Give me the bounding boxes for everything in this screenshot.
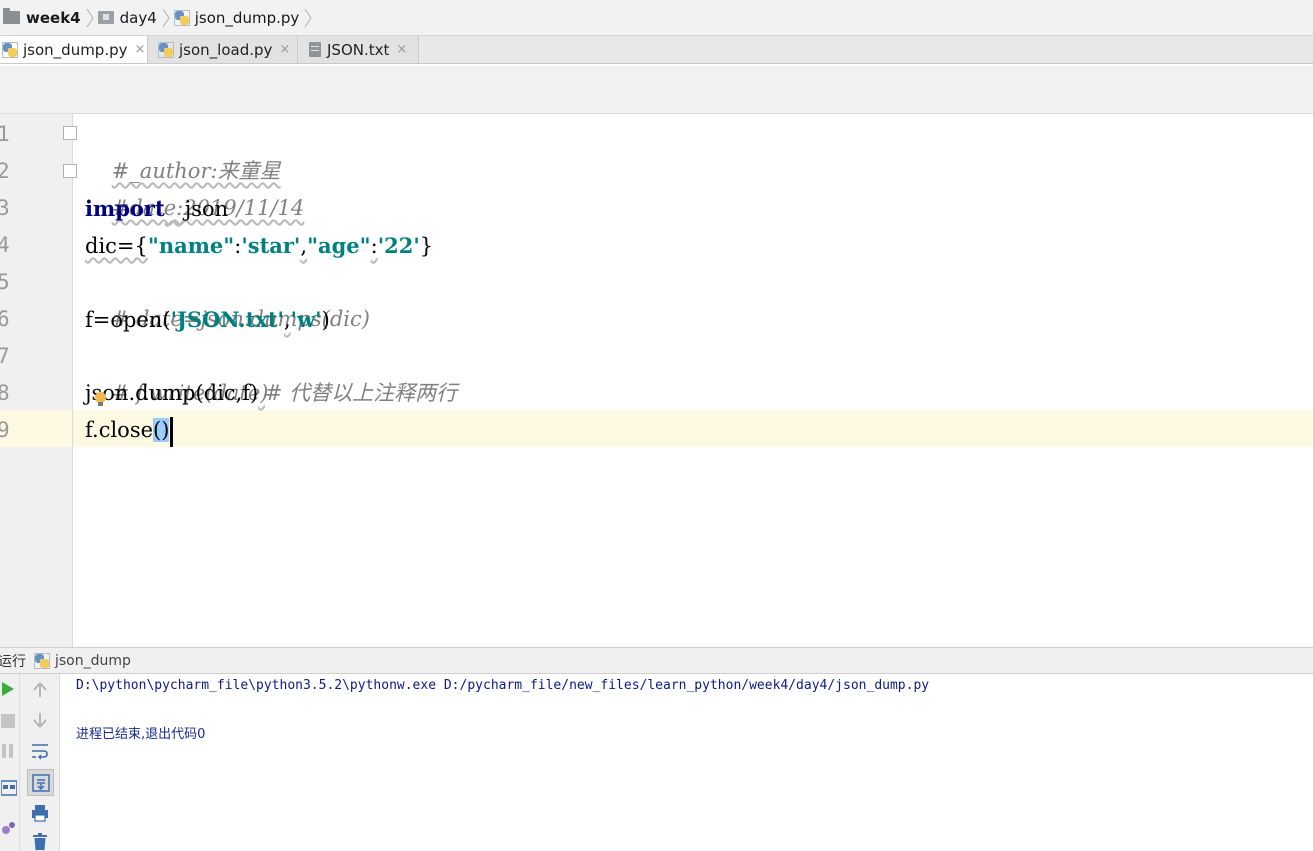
- python-file-icon: [173, 9, 190, 26]
- comment: # 代替以上注释两行: [264, 381, 458, 405]
- stop-icon[interactable]: [0, 712, 16, 730]
- fold-marker-icon[interactable]: [63, 126, 77, 140]
- line-number: 4: [0, 233, 10, 257]
- line-number: 8: [0, 381, 10, 405]
- code-text: f.close: [85, 418, 154, 442]
- text-file-icon: [309, 42, 321, 57]
- string-literal: 'star': [241, 233, 301, 258]
- tab-label: json_dump.py: [23, 40, 128, 59]
- breadcrumb-label: day4: [119, 8, 157, 27]
- chevron-right-icon: [161, 0, 171, 36]
- run-toolbar-primary: [0, 674, 20, 851]
- code-line-1[interactable]: #_author:来童星: [85, 116, 281, 183]
- string-literal: "name": [147, 233, 235, 258]
- code-line-6[interactable]: f=open('JSON.txt','w'): [85, 301, 330, 338]
- package-icon: [97, 11, 114, 24]
- editor-header-strip: [0, 64, 1313, 114]
- breadcrumb-label: week4: [26, 8, 81, 27]
- current-line-highlight: [73, 410, 1313, 447]
- run-panel-label: 运行: [0, 653, 26, 670]
- matched-brace-highlight: (): [153, 418, 170, 442]
- string-literal: '22': [377, 233, 420, 258]
- print-icon[interactable]: [28, 802, 52, 824]
- string-literal: 'w': [290, 307, 322, 332]
- python-file-icon: [34, 652, 50, 669]
- line-number: 5: [0, 270, 10, 294]
- breadcrumb-item-json-dump[interactable]: json_dump.py: [171, 0, 304, 36]
- run-config-name[interactable]: json_dump: [55, 653, 131, 669]
- close-icon[interactable]: ×: [279, 42, 290, 57]
- code-text: json: [184, 197, 229, 221]
- breadcrumb-item-day4[interactable]: day4: [95, 0, 161, 36]
- text-cursor: [170, 416, 174, 447]
- line-number: 1: [0, 122, 10, 146]
- code-text: f=open(: [85, 308, 171, 332]
- code-line-9[interactable]: f.close(): [85, 412, 174, 449]
- code-text: :: [370, 234, 378, 258]
- layout-icon[interactable]: [0, 778, 18, 798]
- breadcrumb-item-week4[interactable]: week4: [0, 0, 85, 36]
- editor-tab-bar: json_dump.py × json_load.py × JSON.txt ×: [0, 36, 1313, 64]
- run-panel: D:\python\pycharm_file\python3.5.2\pytho…: [0, 674, 1313, 851]
- arrow-up-icon[interactable]: [28, 680, 52, 700]
- chevron-right-icon: [85, 0, 95, 36]
- lightbulb-icon[interactable]: [95, 392, 106, 406]
- close-icon[interactable]: ×: [396, 42, 407, 57]
- trash-icon[interactable]: [28, 832, 52, 851]
- chevron-right-icon: [303, 0, 313, 36]
- rerun-icon[interactable]: [0, 680, 16, 698]
- arrow-down-icon[interactable]: [28, 710, 52, 730]
- code-line-4[interactable]: dic={"name":'star',"age":'22'}: [85, 227, 433, 264]
- code-line-7[interactable]: # f.write(date): [85, 338, 269, 405]
- code-line-2[interactable]: #date:2019/11/14: [85, 153, 305, 220]
- close-icon[interactable]: ×: [135, 42, 146, 57]
- code-text: json.dump(dic,f): [85, 381, 259, 405]
- tab-json-dump[interactable]: json_dump.py ×: [0, 36, 148, 63]
- code-text: ): [321, 308, 330, 332]
- line-number: 7: [0, 344, 10, 368]
- code-editor[interactable]: 1 2 3 4 5 6 7 8 9 #_author:来童星 #date:201…: [0, 114, 1313, 647]
- folder-icon: [3, 8, 20, 24]
- console-output-line: D:\python\pycharm_file\python3.5.2\pytho…: [76, 678, 930, 693]
- code-line-8[interactable]: json.dump(dic,f) # 代替以上注释两行: [85, 375, 457, 412]
- run-panel-header: 运行 json_dump: [0, 647, 1313, 674]
- line-number-gutter: 1 2 3 4 5 6 7 8 9: [0, 114, 77, 647]
- tab-json-txt[interactable]: JSON.txt ×: [298, 36, 419, 63]
- line-number: 6: [0, 307, 10, 331]
- code-line-5[interactable]: # date=json.dumps(dic): [85, 264, 370, 331]
- tab-label: JSON.txt: [327, 40, 390, 59]
- code-text: ,: [283, 308, 291, 332]
- scroll-to-end-icon[interactable]: [27, 769, 54, 796]
- run-toolbar-secondary: [20, 674, 60, 851]
- breadcrumb-label: json_dump.py: [194, 8, 300, 27]
- line-number: 9: [0, 418, 10, 442]
- string-literal: 'JSON.txt': [170, 307, 284, 332]
- string-literal: "age": [307, 233, 371, 258]
- line-number: 3: [0, 196, 10, 220]
- breadcrumb: week4 day4 json_dump.py: [0, 0, 1313, 36]
- keyword: import: [85, 196, 165, 221]
- soft-wrap-icon[interactable]: [28, 740, 52, 762]
- python-file-icon: [2, 41, 18, 58]
- code-line-3[interactable]: import json: [85, 190, 228, 227]
- settings-icon[interactable]: [0, 818, 18, 838]
- python-file-icon: [158, 41, 174, 58]
- code-text: }: [419, 234, 434, 258]
- fold-marker-icon[interactable]: [63, 164, 77, 178]
- tab-label: json_load.py: [179, 40, 273, 59]
- pause-icon[interactable]: [0, 742, 16, 760]
- tab-json-load[interactable]: json_load.py ×: [148, 36, 298, 63]
- line-number: 2: [0, 159, 10, 183]
- code-text: dic={: [85, 234, 148, 258]
- console-exit-message: 进程已结束,退出代码0: [76, 727, 206, 742]
